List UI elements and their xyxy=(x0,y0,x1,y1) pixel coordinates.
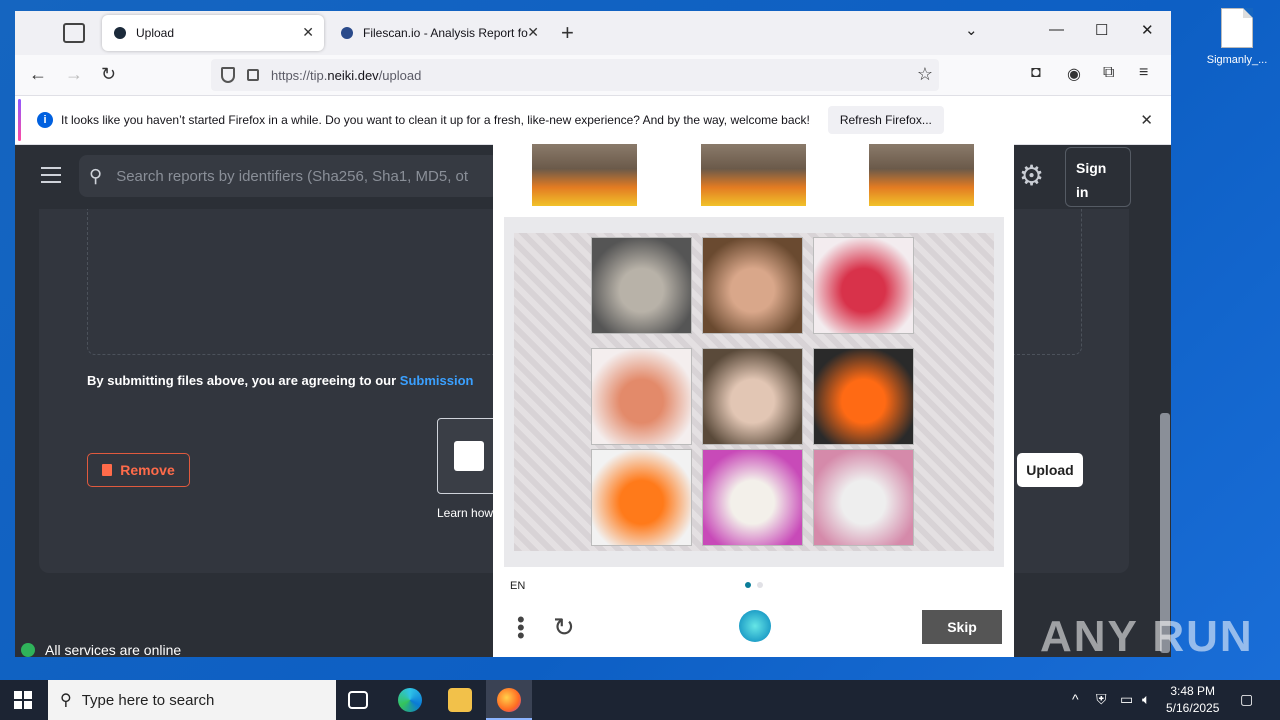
close-tab-icon[interactable]: ✕ xyxy=(302,24,314,41)
refresh-challenge-icon[interactable]: ↻ xyxy=(553,612,575,643)
bookmark-star-icon[interactable]: ☆ xyxy=(917,64,933,85)
favicon-icon xyxy=(114,27,126,39)
taskbar-search-input[interactable]: ⚲ Type here to search xyxy=(48,680,336,720)
minimize-icon[interactable]: — xyxy=(1049,21,1064,38)
challenge-grid xyxy=(514,233,994,551)
search-icon: ⚲ xyxy=(89,165,103,186)
file-icon xyxy=(1221,8,1253,48)
chevron-down-icon[interactable]: ⌄ xyxy=(965,21,978,39)
remove-label: Remove xyxy=(120,462,175,478)
menu-icon[interactable]: ≡ xyxy=(1139,64,1148,82)
close-window-icon[interactable]: ✕ xyxy=(1141,21,1154,39)
tab-bar: Upload ✕ Filescan.io - Analysis Report f… xyxy=(15,11,1171,55)
more-options-icon[interactable]: • • • xyxy=(517,609,525,647)
agreement-text: By submitting files above, you are agree… xyxy=(87,373,474,388)
notification-message: It looks like you haven’t started Firefo… xyxy=(61,113,810,127)
edge-icon[interactable] xyxy=(398,688,422,712)
report-search-input[interactable]: ⚲ Search reports by identifiers (Sha256,… xyxy=(79,155,499,197)
challenge-cell-goat[interactable] xyxy=(591,237,692,334)
volume-icon[interactable]: 🔈︎ xyxy=(1142,691,1150,708)
tab-upload[interactable]: Upload ✕ xyxy=(102,15,324,51)
security-icon[interactable]: ⛨ xyxy=(1096,691,1107,708)
taskbar: ⚲ Type here to search ^ ⛨ ▭ 🔈︎ 3:48 PM 5… xyxy=(0,680,1280,720)
challenge-grid-frame xyxy=(504,217,1004,567)
firefox-taskbar-button[interactable] xyxy=(486,680,532,720)
refresh-firefox-button[interactable]: Refresh Firefox... xyxy=(827,106,944,134)
clock-date: 5/16/2025 xyxy=(1166,701,1220,715)
tab-list-icon[interactable] xyxy=(63,23,85,43)
new-tab-icon[interactable]: + xyxy=(561,20,574,46)
desktop-file-icon[interactable]: Sigmanly_... xyxy=(1206,8,1268,66)
windows-start-icon[interactable] xyxy=(14,691,32,709)
gear-icon[interactable]: ⚙ xyxy=(1019,159,1044,192)
challenge-cell-goat[interactable] xyxy=(813,449,914,546)
skip-button[interactable]: Skip xyxy=(922,610,1002,644)
challenge-cell-flower-lei[interactable] xyxy=(591,348,692,445)
taskbar-search-placeholder: Type here to search xyxy=(81,691,215,709)
status-text: All services are online xyxy=(45,642,182,657)
challenge-cell-pig[interactable] xyxy=(702,237,803,334)
url-text: https://tip.neiki.dev/upload xyxy=(271,67,422,83)
remove-button[interactable]: Remove xyxy=(87,453,190,487)
status-ok-icon xyxy=(21,643,35,657)
example-image xyxy=(532,144,637,206)
learn-how-link[interactable]: Learn how xyxy=(437,506,493,520)
chevron-up-icon[interactable]: ^ xyxy=(1072,691,1079,707)
tab-label: Upload xyxy=(136,26,175,40)
language-selector[interactable]: EN xyxy=(510,580,525,592)
back-icon[interactable]: ← xyxy=(29,64,47,85)
video-icon xyxy=(454,441,484,471)
firefox-icon xyxy=(497,688,521,712)
nav-bar: ← → ↻ https://tip.neiki.dev/upload ☆ ◘ ◉… xyxy=(15,55,1171,95)
close-notification-icon[interactable]: ✕ xyxy=(1140,111,1153,129)
address-bar[interactable]: https://tip.neiki.dev/upload ☆ xyxy=(211,59,939,91)
page-scrollbar[interactable] xyxy=(1157,145,1171,657)
hcaptcha-logo-icon xyxy=(739,610,771,642)
service-status: All services are online xyxy=(21,642,181,657)
upload-button[interactable]: Upload xyxy=(1017,453,1083,487)
tab-label: Filescan.io - Analysis Report for xyxy=(363,26,528,40)
firefox-notification-bar: i It looks like you haven’t started Fire… xyxy=(15,95,1171,145)
challenge-cell-flower-lei[interactable] xyxy=(813,237,914,334)
account-icon[interactable]: ◉ xyxy=(1067,64,1081,84)
challenge-footer: EN • • • ↻ Skip xyxy=(493,574,1014,657)
info-icon: i xyxy=(37,112,53,128)
challenge-cell-pig[interactable] xyxy=(702,348,803,445)
challenge-cell-safety-vest[interactable] xyxy=(813,348,914,445)
search-placeholder: Search reports by identifiers (Sha256, S… xyxy=(116,167,469,185)
task-view-icon[interactable] xyxy=(348,691,368,709)
clock-time: 3:48 PM xyxy=(1170,684,1216,698)
extensions-icon[interactable]: ⧉ xyxy=(1103,64,1114,82)
desktop-file-label: Sigmanly_... xyxy=(1206,54,1268,66)
accent-bar xyxy=(18,99,21,141)
clock[interactable]: 3:48 PM 5/16/2025 xyxy=(1166,683,1219,717)
challenge-cell-goat[interactable] xyxy=(702,449,803,546)
page-indicator xyxy=(745,582,763,588)
file-explorer-icon[interactable] xyxy=(448,688,472,712)
submission-link[interactable]: Submission xyxy=(400,373,474,388)
shield-icon[interactable] xyxy=(221,67,235,83)
challenge-example-images xyxy=(493,144,1014,206)
notifications-icon[interactable]: ▢ xyxy=(1240,691,1253,708)
trash-icon xyxy=(102,464,113,476)
network-icon[interactable]: ▭ xyxy=(1120,691,1133,708)
close-tab-icon[interactable]: ✕ xyxy=(527,24,539,41)
hcaptcha-challenge: EN • • • ↻ Skip xyxy=(493,144,1014,657)
search-icon: ⚲ xyxy=(60,692,72,709)
anyrun-watermark: ANY RUN xyxy=(1040,612,1254,661)
example-image xyxy=(869,144,974,206)
challenge-cell-safety-vest[interactable] xyxy=(591,449,692,546)
hamburger-icon[interactable] xyxy=(41,167,61,188)
maximize-icon[interactable]: ☐ xyxy=(1095,21,1108,39)
lock-icon[interactable] xyxy=(247,69,259,81)
tab-filescan[interactable]: Filescan.io - Analysis Report for ✕ xyxy=(329,15,549,51)
forward-icon[interactable]: → xyxy=(65,64,83,85)
sign-in-button[interactable]: Sign in xyxy=(1065,147,1131,207)
pocket-icon[interactable]: ◘ xyxy=(1031,64,1041,82)
reload-icon[interactable]: ↻ xyxy=(101,64,116,85)
example-image xyxy=(701,144,806,206)
favicon-icon xyxy=(341,27,353,39)
